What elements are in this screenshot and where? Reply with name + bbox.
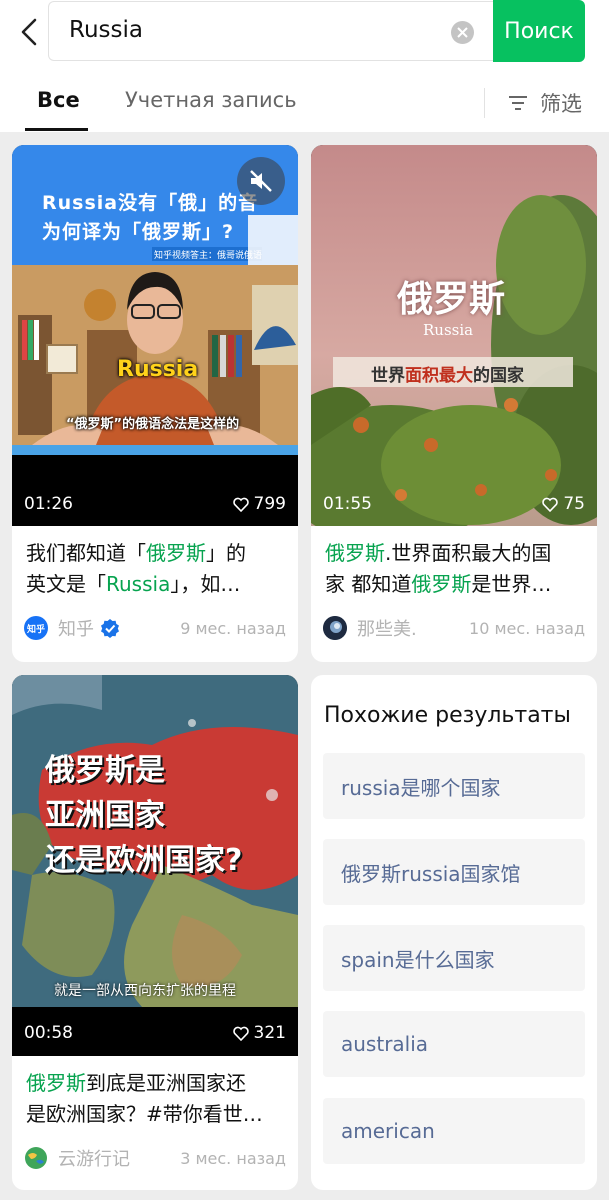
banner-text: 的国家 [473, 366, 524, 386]
author-name[interactable]: 知乎 [58, 615, 94, 641]
thumbnail-headline: 俄罗斯 [397, 278, 506, 320]
like-count-value: 321 [253, 1023, 286, 1043]
close-icon [457, 27, 468, 38]
video-duration: 00:58 [24, 1023, 73, 1043]
desc-text: 我们都知道「 [26, 541, 146, 565]
desc-text: 到底是亚洲国家还 [86, 1071, 246, 1095]
video-meta: 云游行记 3 мес. назад [24, 1143, 286, 1173]
desc-highlight: 俄罗斯 [146, 541, 206, 565]
heart-icon [232, 1026, 249, 1041]
like-count-value: 799 [253, 494, 286, 514]
search-input[interactable]: Russia [48, 1, 494, 61]
video-description[interactable]: 俄罗斯到底是亚洲国家还 是欧洲国家？#带你看世… [26, 1068, 284, 1130]
desc-text: 」，如… [170, 572, 241, 596]
video-duration: 01:26 [24, 494, 73, 514]
tab-account[interactable]: Учетная запись [125, 88, 297, 112]
related-results-panel: Похожие результаты russia是哪个国家 俄罗斯russia… [311, 675, 597, 1190]
video-thumbnail[interactable]: Russia没有「俄」的音 为何译为「俄罗斯」? 知乎视频答主：俄哥说俄语 Ru… [12, 145, 298, 526]
like-count: 321 [232, 1023, 286, 1043]
divider [484, 88, 485, 118]
video-thumbnail[interactable]: 俄罗斯 Russia 世界面积最大的国家 01:55 75 [311, 145, 597, 526]
video-duration: 01:55 [323, 494, 372, 514]
video-description[interactable]: 俄罗斯.世界面积最大的国 家 都知道俄罗斯是世界… [325, 538, 583, 600]
thumbnail-headline-2: 亚洲国家 [45, 798, 165, 833]
video-meta: 那些美. 10 мес. назад [323, 613, 585, 643]
desc-text: 是世界… [471, 572, 552, 596]
like-count-value: 75 [563, 494, 585, 514]
related-item[interactable]: american [323, 1098, 585, 1164]
desc-text: 是欧洲国家？#带你看世… [26, 1102, 263, 1126]
desc-text: .世界面积最大的国 [385, 541, 552, 565]
video-card[interactable]: 俄罗斯是 亚洲国家 还是欧洲国家? 就是一部从西向东扩张的里程 00:58 32… [12, 675, 298, 1190]
avatar[interactable]: 知乎 [24, 616, 48, 640]
like-count: 799 [232, 494, 286, 514]
video-card[interactable]: Russia没有「俄」的音 为何译为「俄罗斯」? 知乎视频答主：俄哥说俄语 Ru… [12, 145, 298, 662]
filter-button[interactable]: 筛选 [508, 88, 582, 118]
thumbnail-tag: 知乎视频答主：俄哥说俄语 [154, 251, 263, 261]
video-thumbnail[interactable]: 俄罗斯是 亚洲国家 还是欧洲国家? 就是一部从西向东扩张的里程 00:58 32… [12, 675, 298, 1056]
heart-icon [232, 497, 249, 512]
desc-text: 」的 [206, 541, 246, 565]
filter-label: 筛选 [540, 92, 582, 116]
thumbnail-subheadline: Russia [423, 321, 474, 339]
related-item[interactable]: russia是哪个国家 [323, 753, 585, 819]
desc-highlight: Russia [106, 572, 171, 596]
back-button[interactable] [10, 10, 48, 54]
thumbnail-headline-1: Russia没有「俄」的音 [42, 192, 259, 214]
thumbnail-headline-1: 俄罗斯是 [45, 753, 165, 788]
thumbnail-subtitle: 就是一部从西向东扩张的里程 [54, 983, 236, 999]
post-time: 10 мес. назад [469, 618, 585, 638]
thumbnail-caption: Russia [117, 357, 199, 382]
author-name[interactable]: 云游行记 [58, 1145, 130, 1171]
desc-highlight: 俄罗斯 [26, 1071, 86, 1095]
desc-highlight: 俄罗斯 [325, 541, 385, 565]
video-description[interactable]: 我们都知道「俄罗斯」的 英文是「Russia」，如… [26, 538, 284, 600]
verified-badge-icon [101, 619, 119, 638]
clear-search-button[interactable] [451, 21, 474, 44]
post-time: 3 мес. назад [180, 1148, 286, 1168]
avatar-image [323, 616, 347, 640]
video-card[interactable]: 俄罗斯 Russia 世界面积最大的国家 01:55 75 俄罗斯.世界面积最大… [311, 145, 597, 662]
chevron-left-icon [21, 18, 37, 46]
search-query[interactable]: Russia [69, 17, 143, 43]
active-tab-indicator [25, 128, 88, 131]
author-name[interactable]: 那些美. [357, 615, 417, 641]
avatar[interactable] [24, 1146, 48, 1170]
filter-icon [509, 96, 527, 110]
related-title: Похожие результаты [324, 703, 571, 728]
post-time: 9 мес. назад [180, 618, 286, 638]
desc-text: 英文是「 [26, 572, 106, 596]
mute-button[interactable] [237, 157, 285, 205]
banner-highlight: 面积最大 [405, 366, 473, 386]
video-meta: 知乎 知乎 9 мес. назад [24, 613, 286, 643]
heart-icon [542, 497, 559, 512]
thumbnail-headline-3: 还是欧洲国家? [45, 843, 243, 878]
mute-icon [250, 170, 272, 192]
tab-all[interactable]: Все [37, 88, 80, 112]
search-header: Russia Поиск Все Учетная запись 筛选 [0, 0, 609, 132]
desc-text: 家 都知道 [325, 572, 412, 596]
related-item[interactable]: 俄罗斯russia国家馆 [323, 839, 585, 905]
banner-text: 世界 [371, 366, 405, 386]
globe-icon [25, 1147, 47, 1169]
like-count: 75 [542, 494, 585, 514]
related-item[interactable]: australia [323, 1011, 585, 1077]
avatar[interactable] [323, 616, 347, 640]
desc-highlight: 俄罗斯 [411, 572, 472, 596]
search-button[interactable]: Поиск [493, 0, 585, 62]
thumbnail-subtitle: “俄罗斯”的俄语念法是这样的 [66, 417, 240, 432]
related-item[interactable]: spain是什么国家 [323, 925, 585, 991]
thumbnail-headline-2: 为何译为「俄罗斯」? [42, 221, 235, 243]
thumbnail-banner: 世界面积最大的国家 [371, 361, 524, 386]
